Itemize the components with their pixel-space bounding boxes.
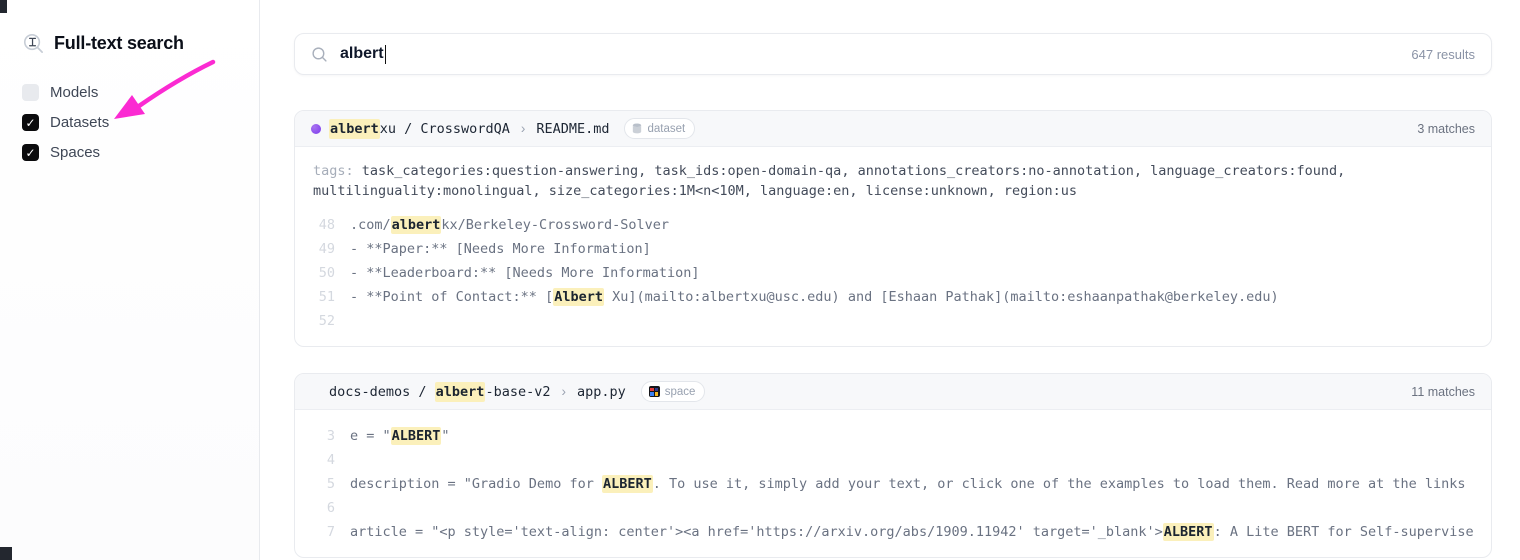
tags-block: tags: task_categories:question-answering… [313, 161, 1473, 201]
results-count: 647 results [1411, 47, 1475, 62]
match-count: 3 matches [1417, 122, 1475, 136]
sidebar: Full-text search Models ✓ Datasets ✓ Spaces [0, 0, 260, 560]
search-input[interactable]: albert [340, 45, 386, 64]
results-list: albertxu / CrosswordQA › README.md dataset 3… [294, 110, 1492, 558]
line-text: article = "<p style='text-align: center'… [350, 520, 1473, 544]
result-card: albertxu / CrosswordQA › README.md dataset 3… [294, 110, 1492, 347]
file-name[interactable]: README.md [536, 121, 609, 137]
match-count: 11 matches [1411, 385, 1475, 399]
code-line: 3 e = "ALBERT" [313, 424, 1473, 448]
space-badge: space [641, 381, 706, 402]
search-icon [311, 46, 328, 63]
filter-label: Models [50, 84, 98, 101]
full-text-search-icon [22, 32, 45, 55]
line-text: - **Leaderboard:** [Needs More Informati… [350, 261, 1473, 285]
line-number: 48 [313, 213, 335, 237]
line-text: - **Point of Contact:** [Albert Xu](mail… [350, 285, 1473, 309]
result-body: tags: task_categories:question-answering… [295, 147, 1491, 346]
code-line: 50 - **Leaderboard:** [Needs More Informa… [313, 261, 1473, 285]
code-line: 5 description = "Gradio Demo for ALBERT. … [313, 472, 1473, 496]
line-number: 52 [313, 309, 335, 333]
filter-list: Models ✓ Datasets ✓ Spaces [22, 84, 109, 161]
search-term-highlight: albert [329, 119, 380, 139]
chevron-right-icon: › [558, 384, 569, 399]
search-query-text: albert [340, 45, 384, 63]
main-panel: albert 647 results albertxu / CrosswordQ… [260, 0, 1520, 560]
line-number: 5 [313, 472, 335, 496]
checkbox-datasets[interactable]: ✓ [22, 114, 39, 131]
sidebar-filter-datasets[interactable]: ✓ Datasets [22, 114, 109, 131]
window-corner-artifact [0, 0, 7, 13]
line-text: .com/albertkx/Berkeley-Crossword-Solver [350, 213, 1473, 237]
line-number: 7 [313, 520, 335, 544]
badge-label: dataset [647, 123, 685, 135]
line-number: 51 [313, 285, 335, 309]
text-cursor [385, 45, 387, 64]
tags-key: tags: [313, 163, 362, 179]
repo-path[interactable]: docs-demos / albert-base-v2 [329, 384, 550, 400]
line-number: 50 [313, 261, 335, 285]
code-line: 7 article = "<p style='text-align: center… [313, 520, 1473, 544]
code-line: 52 [313, 309, 1473, 333]
line-text [350, 448, 1473, 472]
repo-path[interactable]: albertxu / CrosswordQA [329, 121, 510, 137]
line-text [350, 309, 1473, 333]
checkbox-models[interactable] [22, 84, 39, 101]
line-text: e = "ALBERT" [350, 424, 1473, 448]
line-number: 3 [313, 424, 335, 448]
dataset-badge: dataset [624, 118, 695, 139]
line-number: 49 [313, 237, 335, 261]
sidebar-filter-spaces[interactable]: ✓ Spaces [22, 144, 109, 161]
code-line: 4 [313, 448, 1473, 472]
repo-avatar [311, 124, 321, 134]
search-term-highlight: albert [435, 382, 486, 402]
space-icon [649, 386, 660, 397]
filter-label: Spaces [50, 144, 100, 161]
filter-label: Datasets [50, 114, 109, 131]
window-corner-artifact [0, 547, 12, 560]
line-number: 6 [313, 496, 335, 520]
result-header[interactable]: docs-demos / albert-base-v2 › app.py space 1… [295, 374, 1491, 410]
search-term-highlight: albert [391, 216, 442, 234]
line-number: 4 [313, 448, 335, 472]
code-line: 48 .com/albertkx/Berkeley-Crossword-Solve… [313, 213, 1473, 237]
search-term-highlight: ALBERT [1163, 523, 1214, 541]
sidebar-filter-models[interactable]: Models [22, 84, 109, 101]
search-bar[interactable]: albert 647 results [294, 33, 1492, 75]
dataset-icon [632, 123, 642, 134]
line-text: description = "Gradio Demo for ALBERT. T… [350, 472, 1473, 496]
sidebar-header: Full-text search [22, 32, 184, 55]
code-line: 51 - **Point of Contact:** [Albert Xu](ma… [313, 285, 1473, 309]
code-line: 49 - **Paper:** [Needs More Information] [313, 237, 1473, 261]
file-name[interactable]: app.py [577, 384, 626, 400]
search-term-highlight: Albert [553, 288, 604, 306]
search-term-highlight: ALBERT [391, 427, 442, 445]
checkbox-spaces[interactable]: ✓ [22, 144, 39, 161]
search-term-highlight: ALBERT [602, 475, 653, 493]
page-title: Full-text search [54, 33, 184, 54]
result-card: docs-demos / albert-base-v2 › app.py space 1… [294, 373, 1492, 558]
result-header[interactable]: albertxu / CrosswordQA › README.md dataset 3… [295, 111, 1491, 147]
badge-label: space [665, 386, 696, 398]
result-body: 3 e = "ALBERT" 45 description = "Gradio Dem… [295, 410, 1491, 557]
line-text [350, 496, 1473, 520]
code-line: 6 [313, 496, 1473, 520]
chevron-right-icon: › [518, 121, 529, 136]
line-text: - **Paper:** [Needs More Information] [350, 237, 1473, 261]
